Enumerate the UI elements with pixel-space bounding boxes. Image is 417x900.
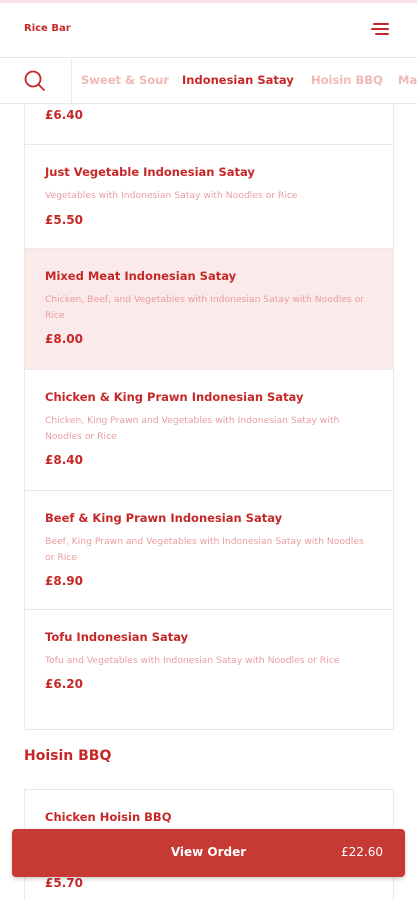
satay-items-list: £6.40 Just Vegetable Indonesian Satay Ve… bbox=[24, 104, 394, 730]
search-button[interactable] bbox=[0, 59, 72, 103]
section-heading-hoisin-bbq: Hoisin BBQ bbox=[24, 748, 112, 764]
item-name: Tofu Indonesian Satay bbox=[45, 630, 189, 644]
item-price: £8.40 bbox=[45, 453, 83, 467]
item-description: Tofu and Vegetables with Indonesian Sata… bbox=[45, 655, 340, 666]
item-name: Mixed Meat Indonesian Satay bbox=[45, 269, 237, 283]
hamburger-menu-icon[interactable] bbox=[371, 21, 389, 37]
item-name: Chicken & King Prawn Indonesian Satay bbox=[45, 390, 304, 404]
item-description: Vegetables with Indonesian Satay with No… bbox=[45, 190, 298, 201]
item-price: £8.00 bbox=[45, 332, 83, 346]
item-name: Just Vegetable Indonesian Satay bbox=[45, 165, 255, 179]
item-price: £8.90 bbox=[45, 574, 83, 588]
item-name: Chicken Hoisin BBQ bbox=[45, 810, 172, 824]
item-price: £6.40 bbox=[45, 108, 83, 122]
item-price: £6.20 bbox=[45, 677, 83, 691]
item-name: Beef & King Prawn Indonesian Satay bbox=[45, 511, 283, 525]
item-description: Chicken, Beef, and Vegetables with Indon… bbox=[45, 294, 365, 321]
tab-sweet-and-sour[interactable]: Sweet & Sour bbox=[81, 73, 169, 87]
view-order-button[interactable]: View Order £22.60 bbox=[12, 829, 405, 877]
tab-more[interactable]: Ma bbox=[398, 73, 417, 87]
menu-line bbox=[375, 33, 389, 35]
tab-hoisin-bbq[interactable]: Hoisin BBQ bbox=[311, 73, 383, 87]
menu-item-card[interactable]: Chicken & King Prawn Indonesian Satay Ch… bbox=[25, 369, 393, 490]
category-nav: Sweet & Sour Indonesian Satay Hoisin BBQ… bbox=[0, 59, 417, 104]
menu-item-card[interactable]: £6.40 bbox=[25, 104, 393, 144]
brand-logo[interactable]: Rice Bar bbox=[24, 23, 71, 34]
menu-line bbox=[371, 28, 389, 30]
item-price: £5.50 bbox=[45, 213, 83, 227]
menu-line bbox=[373, 23, 389, 25]
app-header: Rice Bar bbox=[0, 3, 417, 58]
menu-item-card[interactable]: Beef & King Prawn Indonesian Satay Beef,… bbox=[25, 490, 393, 609]
item-price: £5.70 bbox=[45, 876, 83, 890]
menu-item-card[interactable]: Just Vegetable Indonesian Satay Vegetabl… bbox=[25, 144, 393, 248]
tab-indonesian-satay[interactable]: Indonesian Satay bbox=[182, 73, 294, 87]
item-description: Chicken, King Prawn and Vegetables with … bbox=[45, 415, 340, 442]
search-icon bbox=[24, 70, 45, 91]
menu-item-card[interactable]: Mixed Meat Indonesian Satay Chicken, Bee… bbox=[25, 248, 393, 369]
order-total: £22.60 bbox=[341, 845, 383, 859]
menu-item-card[interactable]: Tofu Indonesian Satay Tofu and Vegetable… bbox=[25, 609, 393, 729]
item-description: Beef, King Prawn and Vegetables with Ind… bbox=[45, 536, 364, 563]
